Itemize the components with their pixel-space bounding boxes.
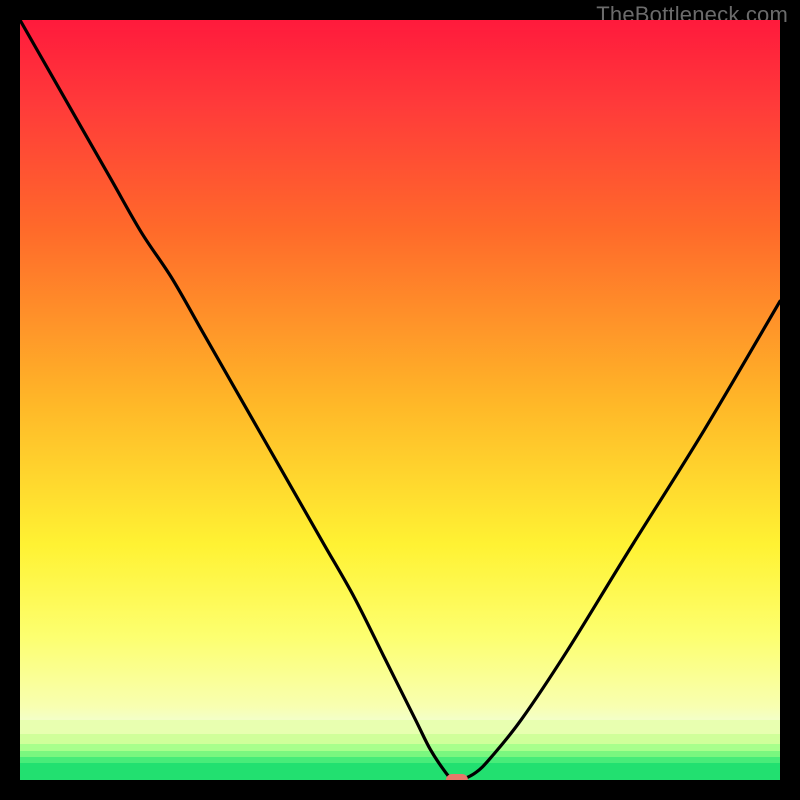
optimum-marker <box>446 774 468 780</box>
curve-svg <box>20 20 780 780</box>
plot-area <box>20 20 780 780</box>
bottleneck-curve <box>20 20 780 780</box>
chart-frame: TheBottleneck.com <box>0 0 800 800</box>
